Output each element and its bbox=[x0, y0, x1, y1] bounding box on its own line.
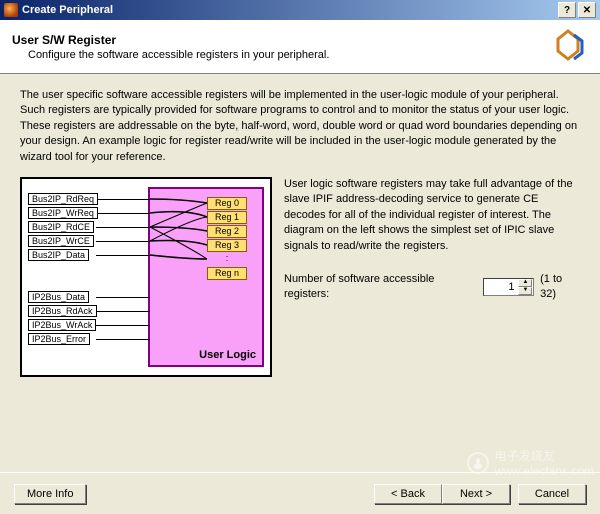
reg-cell: Reg 3 bbox=[207, 239, 247, 252]
title-bar: Create Peripheral ? ✕ bbox=[0, 0, 600, 20]
register-count-label: Number of software accessible registers: bbox=[284, 272, 477, 303]
signal-label: Bus2IP_RdCE bbox=[28, 221, 94, 233]
wizard-icon bbox=[548, 27, 588, 67]
wizard-body: The user specific software accessible re… bbox=[0, 74, 600, 472]
next-button[interactable]: Next > bbox=[442, 484, 510, 504]
page-title: User S/W Register bbox=[12, 33, 548, 47]
app-icon bbox=[4, 3, 18, 17]
signal-label: Bus2IP_WrReq bbox=[28, 207, 98, 219]
reg-cell: Reg n bbox=[207, 267, 247, 280]
spin-down-button[interactable]: ▼ bbox=[518, 287, 532, 295]
page-header: User S/W Register Configure the software… bbox=[0, 20, 600, 74]
register-count-spinner[interactable]: ▲ ▼ bbox=[483, 278, 534, 296]
signal-label: IP2Bus_Data bbox=[28, 291, 89, 303]
user-logic-diagram: User Logic Bus2IP_RdReq Bus2IP_WrReq Bus… bbox=[20, 177, 272, 377]
signal-label: Bus2IP_RdReq bbox=[28, 193, 98, 205]
help-button[interactable]: ? bbox=[558, 2, 576, 18]
back-button[interactable]: < Back bbox=[374, 484, 442, 504]
signal-label: Bus2IP_Data bbox=[28, 249, 89, 261]
reg-ellipsis: : bbox=[207, 253, 247, 266]
close-button[interactable]: ✕ bbox=[578, 2, 596, 18]
signal-label: IP2Bus_WrAck bbox=[28, 319, 96, 331]
reg-cell: Reg 2 bbox=[207, 225, 247, 238]
register-count-range: (1 to 32) bbox=[540, 272, 580, 303]
signal-label: Bus2IP_WrCE bbox=[28, 235, 94, 247]
window-title: Create Peripheral bbox=[22, 4, 113, 16]
intro-text: The user specific software accessible re… bbox=[20, 88, 580, 165]
signal-label: IP2Bus_RdAck bbox=[28, 305, 97, 317]
cancel-button[interactable]: Cancel bbox=[518, 484, 586, 504]
wizard-footer: More Info < Back Next > Cancel bbox=[0, 472, 600, 514]
reg-cell: Reg 0 bbox=[207, 197, 247, 210]
more-info-button[interactable]: More Info bbox=[14, 484, 86, 504]
reg-cell: Reg 1 bbox=[207, 211, 247, 224]
signal-label: IP2Bus_Error bbox=[28, 333, 90, 345]
page-subtitle: Configure the software accessible regist… bbox=[28, 49, 548, 61]
right-description: User logic software registers may take f… bbox=[284, 177, 580, 254]
register-count-input[interactable] bbox=[484, 281, 518, 293]
spin-up-button[interactable]: ▲ bbox=[518, 279, 532, 287]
